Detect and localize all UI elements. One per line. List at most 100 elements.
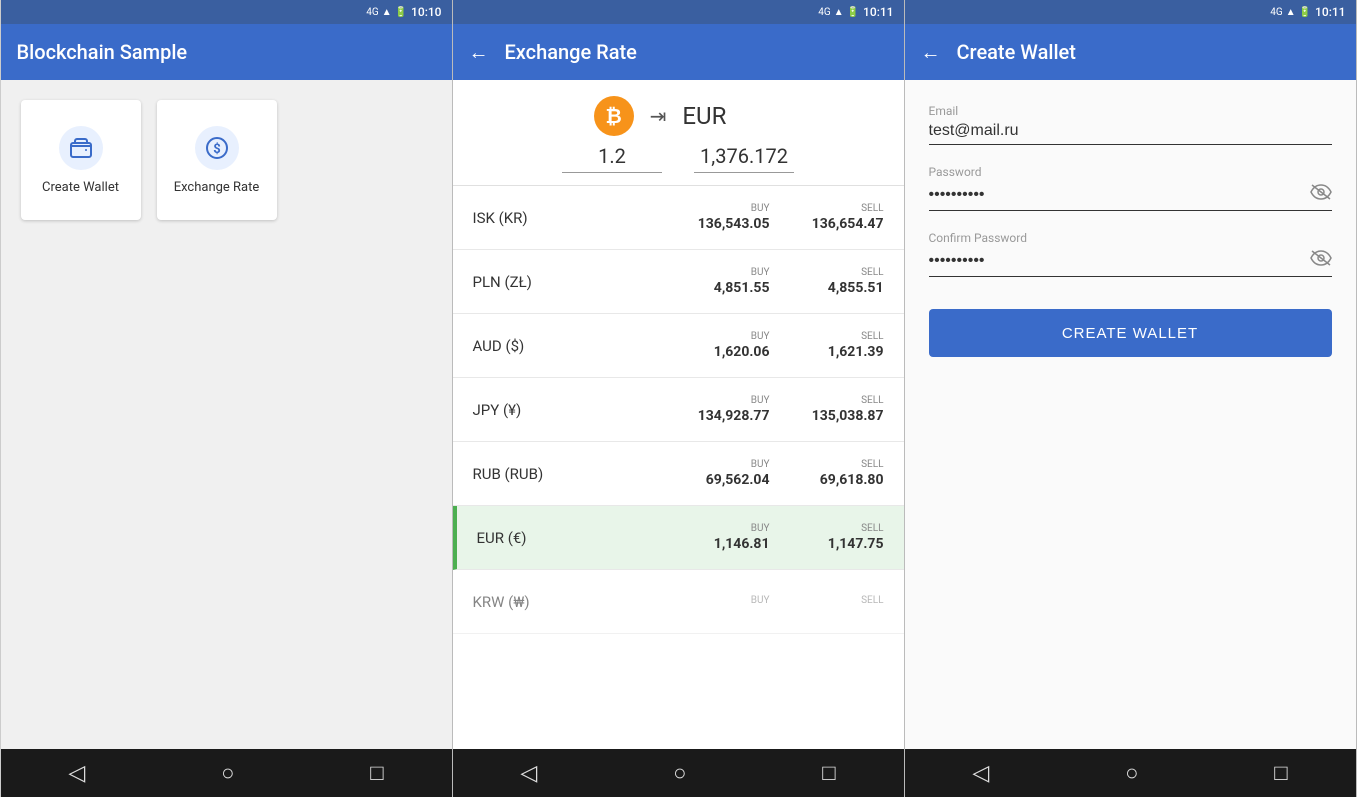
- exchange-rate-screen: ₿ ⇥ EUR 1.2 1,376.172 ISK (KR) BUY 136,5…: [453, 80, 904, 749]
- buy-value: 4,851.55: [714, 280, 770, 296]
- currency-rows-container: ISK (KR) BUY 136,543.05 SELL 136,654.47 …: [453, 186, 904, 634]
- currency-row[interactable]: RUB (RUB) BUY 69,562.04 SELL 69,618.80: [453, 442, 904, 506]
- signal-4g-icon-3: 4G: [1270, 7, 1282, 18]
- sell-column: SELL 136,654.47: [794, 203, 884, 232]
- status-bar-2: 4G ▲ 🔋 10:11: [453, 0, 904, 24]
- currency-name: JPY (¥): [473, 401, 680, 419]
- exchange-rate-card[interactable]: $ Exchange Rate: [157, 100, 277, 220]
- home-nav-btn-2[interactable]: ○: [673, 760, 686, 786]
- sell-column: SELL 1,147.75: [794, 523, 884, 552]
- create-wallet-button[interactable]: CREATE WALLET: [929, 309, 1332, 357]
- sell-column: SELL 1,621.39: [794, 331, 884, 360]
- currency-row[interactable]: EUR (€) BUY 1,146.81 SELL 1,147.75: [453, 506, 904, 570]
- currency-row[interactable]: JPY (¥) BUY 134,928.77 SELL 135,038.87: [453, 378, 904, 442]
- buy-header: BUY: [751, 331, 770, 342]
- back-nav-btn-2[interactable]: ◁: [520, 761, 537, 786]
- password-visibility-toggle[interactable]: [1310, 183, 1332, 206]
- bottom-nav-3: ◁ ○ □: [905, 749, 1356, 797]
- email-field-group: Email: [929, 104, 1332, 145]
- password-label: Password: [929, 165, 1332, 179]
- currency-row[interactable]: PLN (ZŁ) BUY 4,851.55 SELL 4,855.51: [453, 250, 904, 314]
- buy-column: BUY: [680, 595, 770, 608]
- currency-row[interactable]: AUD ($) BUY 1,620.06 SELL 1,621.39: [453, 314, 904, 378]
- buy-sell-columns: BUY 1,620.06 SELL 1,621.39: [680, 331, 884, 360]
- currency-row[interactable]: KRW (₩) BUY SELL: [453, 570, 904, 634]
- sell-column: SELL 135,038.87: [794, 395, 884, 424]
- time-display-2: 10:11: [863, 5, 893, 19]
- currency-name: PLN (ZŁ): [473, 273, 680, 291]
- battery-icon: 🔋: [395, 7, 407, 18]
- app-title-2: Exchange Rate: [505, 40, 637, 64]
- sell-header: SELL: [861, 595, 883, 606]
- currency-name: RUB (RUB): [473, 465, 680, 483]
- back-nav-btn-1[interactable]: ◁: [68, 761, 85, 786]
- create-wallet-label: Create Wallet: [42, 180, 119, 195]
- signal-icons-1: 4G ▲ 🔋: [366, 7, 407, 18]
- buy-column: BUY 1,620.06: [680, 331, 770, 360]
- buy-sell-columns: BUY 69,562.04 SELL 69,618.80: [680, 459, 884, 488]
- home-screen: Create Wallet $ Exchange Rate: [1, 80, 452, 749]
- email-input[interactable]: [929, 122, 1332, 140]
- sell-value: 136,654.47: [812, 216, 884, 232]
- password-field-group: Password: [929, 165, 1332, 211]
- buy-sell-columns: BUY SELL: [680, 595, 884, 608]
- home-nav-btn-1[interactable]: ○: [221, 760, 234, 786]
- currency-row[interactable]: ISK (KR) BUY 136,543.05 SELL 136,654.47: [453, 186, 904, 250]
- back-arrow-3[interactable]: ←: [921, 40, 941, 65]
- sell-header: SELL: [861, 331, 883, 342]
- sell-header: SELL: [861, 395, 883, 406]
- recents-nav-btn-3[interactable]: □: [1274, 760, 1287, 786]
- phone-1: 4G ▲ 🔋 10:10 Blockchain Sample Create Wa…: [1, 0, 453, 797]
- exchange-header: ₿ ⇥ EUR 1.2 1,376.172: [453, 80, 904, 186]
- create-wallet-card[interactable]: Create Wallet: [21, 100, 141, 220]
- buy-value: 136,543.05: [698, 216, 770, 232]
- status-bar-3: 4G ▲ 🔋 10:11: [905, 0, 1356, 24]
- wifi-icon-3: ▲: [1286, 7, 1296, 18]
- btc-amount-block: 1.2: [562, 144, 662, 173]
- currency-name: EUR (€): [477, 529, 680, 547]
- currency-name: ISK (KR): [473, 209, 680, 227]
- back-arrow-2[interactable]: ←: [469, 40, 489, 65]
- email-input-row: [929, 122, 1332, 145]
- back-nav-btn-3[interactable]: ◁: [972, 761, 989, 786]
- buy-column: BUY 69,562.04: [680, 459, 770, 488]
- buy-value: 69,562.04: [706, 472, 770, 488]
- exchange-rate-label: Exchange Rate: [174, 180, 260, 195]
- buy-header: BUY: [751, 459, 770, 470]
- buy-header: BUY: [751, 395, 770, 406]
- confirm-password-input[interactable]: [929, 252, 1310, 270]
- battery-icon-3: 🔋: [1299, 7, 1311, 18]
- buy-value: 134,928.77: [698, 408, 770, 424]
- buy-column: BUY 4,851.55: [680, 267, 770, 296]
- exchange-values-row: 1.2 1,376.172: [473, 144, 884, 173]
- sell-column: SELL: [794, 595, 884, 608]
- exchange-arrow-icon: ⇥: [650, 104, 667, 128]
- sell-header: SELL: [861, 267, 883, 278]
- password-input[interactable]: [929, 186, 1310, 204]
- buy-sell-columns: BUY 134,928.77 SELL 135,038.87: [680, 395, 884, 424]
- confirm-visibility-toggle[interactable]: [1310, 249, 1332, 272]
- time-display-3: 10:11: [1315, 5, 1345, 19]
- sell-column: SELL 69,618.80: [794, 459, 884, 488]
- buy-value: 1,620.06: [714, 344, 770, 360]
- currency-name: AUD ($): [473, 337, 680, 355]
- sell-value: 1,621.39: [828, 344, 884, 360]
- sell-column: SELL 4,855.51: [794, 267, 884, 296]
- sell-value: 4,855.51: [828, 280, 884, 296]
- email-label: Email: [929, 104, 1332, 118]
- bottom-nav-1: ◁ ○ □: [1, 749, 452, 797]
- home-nav-btn-3[interactable]: ○: [1125, 760, 1138, 786]
- sell-header: SELL: [861, 203, 883, 214]
- confirm-password-label: Confirm Password: [929, 231, 1332, 245]
- recents-nav-btn-2[interactable]: □: [822, 760, 835, 786]
- recents-nav-btn-1[interactable]: □: [370, 760, 383, 786]
- buy-header: BUY: [751, 203, 770, 214]
- sell-value: 1,147.75: [828, 536, 884, 552]
- buy-column: BUY 136,543.05: [680, 203, 770, 232]
- bottom-nav-2: ◁ ○ □: [453, 749, 904, 797]
- status-bar-1: 4G ▲ 🔋 10:10: [1, 0, 452, 24]
- sell-value: 135,038.87: [812, 408, 884, 424]
- btc-amount: 1.2: [562, 144, 662, 173]
- app-bar-2: ← Exchange Rate: [453, 24, 904, 80]
- password-input-row: [929, 183, 1332, 211]
